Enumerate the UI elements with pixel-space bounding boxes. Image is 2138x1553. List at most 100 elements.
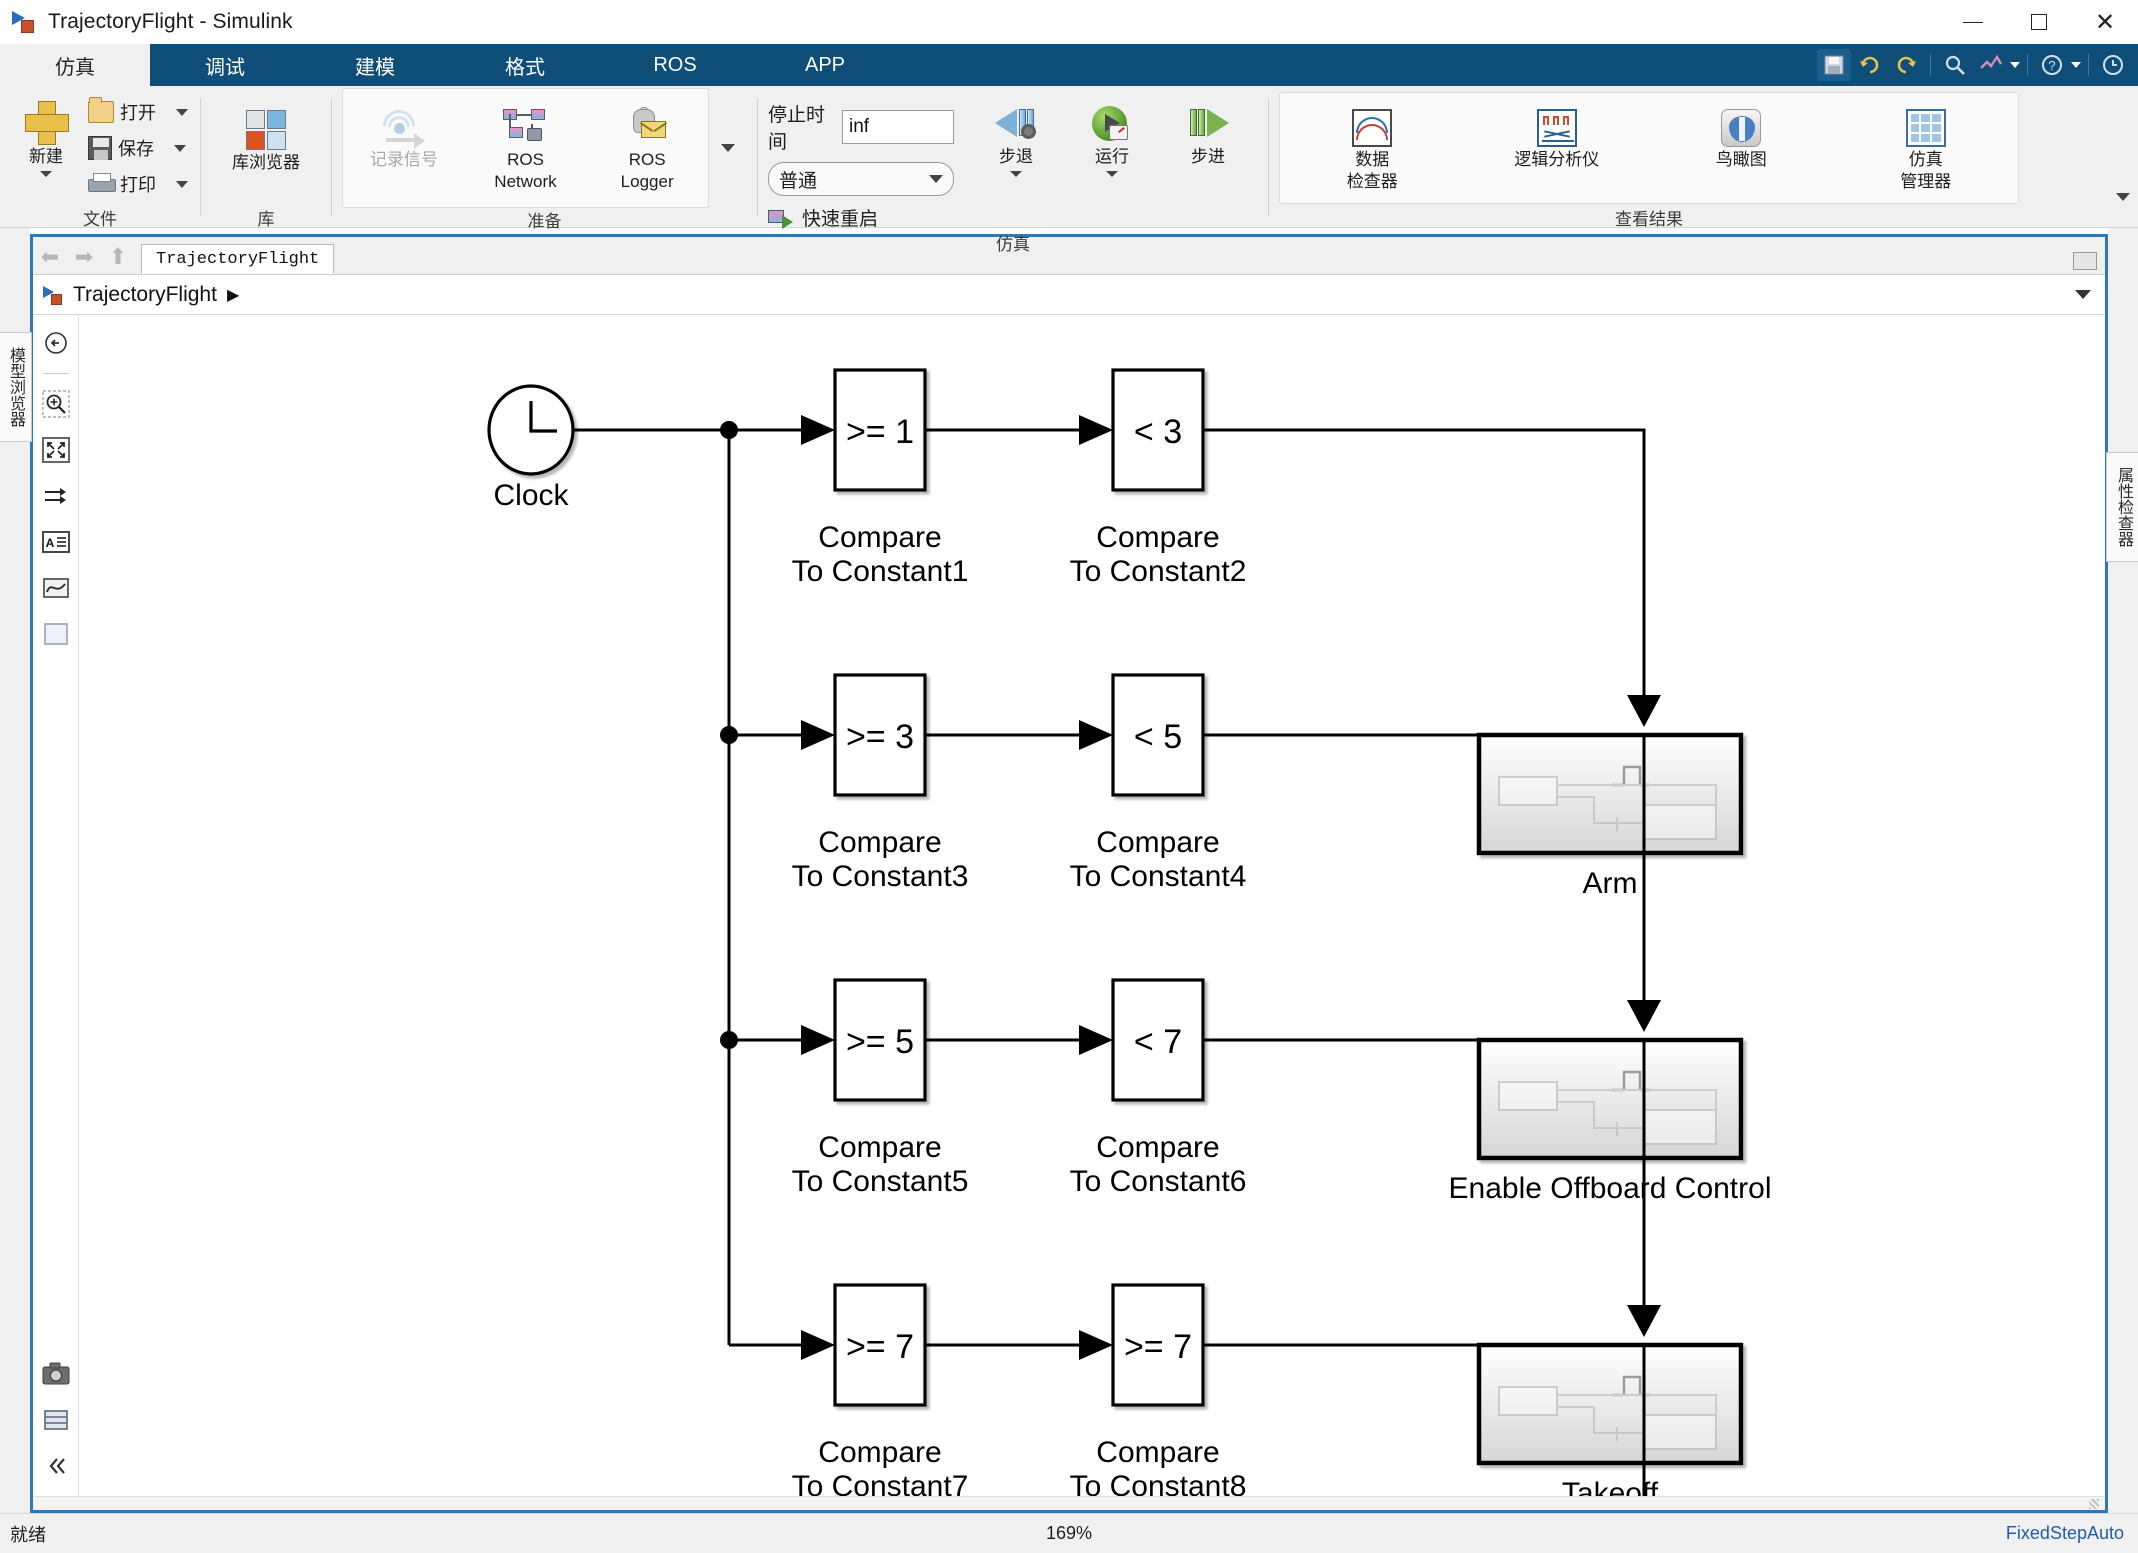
log-signals-label: 记录信号 bbox=[369, 150, 438, 169]
up-arrow-icon[interactable]: ⬆ bbox=[101, 240, 135, 274]
data-inspector-icon bbox=[1352, 109, 1393, 147]
ribbon-collapse-icon[interactable] bbox=[2116, 193, 2130, 201]
canvas-horizontal-scrollbar[interactable] bbox=[33, 1496, 2105, 1510]
run-dropdown-icon[interactable] bbox=[1106, 171, 1118, 178]
simulink-model-icon bbox=[43, 284, 65, 306]
signal-flow-icon[interactable] bbox=[40, 480, 72, 512]
step-back-button[interactable]: 步退 bbox=[968, 100, 1064, 178]
layout-icon[interactable] bbox=[2096, 49, 2130, 81]
port-arrow-in bbox=[801, 415, 835, 445]
arm-subsystem-label: Arm bbox=[1583, 867, 1638, 900]
enable-offboard-control-label: Enable Offboard Control bbox=[1449, 1172, 1772, 1205]
block-icon[interactable] bbox=[40, 618, 72, 650]
tab-format[interactable]: 格式 bbox=[450, 44, 600, 86]
library-browser-button[interactable]: 库浏览器 bbox=[218, 92, 314, 172]
simulation-mode-select[interactable]: 普通 bbox=[768, 162, 954, 196]
back-arrow-icon[interactable]: ⬅ bbox=[33, 240, 67, 274]
breadcrumb-model-name[interactable]: TrajectoryFlight bbox=[73, 283, 217, 307]
model-tab-trajectoryflight[interactable]: TrajectoryFlight bbox=[141, 244, 335, 274]
simulate-group-title: 仿真 bbox=[996, 234, 1030, 254]
pan-back-icon[interactable] bbox=[40, 327, 72, 359]
status-text: 就绪 bbox=[10, 1524, 46, 1545]
print-button[interactable]: 打印 bbox=[88, 166, 188, 202]
step-back-dropdown-icon[interactable] bbox=[1010, 171, 1022, 178]
scope-icon[interactable] bbox=[40, 572, 72, 604]
logic-analyzer-button[interactable]: 逻辑分析仪 bbox=[1509, 105, 1605, 169]
print-button-label: 打印 bbox=[120, 175, 156, 195]
stop-time-input[interactable] bbox=[842, 110, 954, 144]
save-dropdown-icon[interactable] bbox=[174, 144, 186, 152]
compare-to-constant8-label-2: To Constant8 bbox=[1070, 1470, 1247, 1496]
ros-logger-button[interactable]: ROS Logger bbox=[599, 103, 695, 191]
tab-app[interactable]: APP bbox=[750, 44, 900, 86]
fit-to-view-icon[interactable] bbox=[40, 434, 72, 466]
log-signals-button[interactable]: 记录信号 bbox=[356, 103, 452, 169]
simulation-manager-button[interactable]: 仿真 管理器 bbox=[1878, 105, 1974, 191]
redo-icon[interactable] bbox=[1889, 49, 1923, 81]
collapse-panel-icon[interactable] bbox=[40, 1450, 72, 1482]
editor-layout-icon[interactable] bbox=[2073, 252, 2097, 270]
save-button[interactable]: 保存 bbox=[88, 130, 188, 166]
model-canvas[interactable]: Clock >= 1 Compare To Constant1 < 3 Comp… bbox=[79, 315, 2105, 1496]
open-dropdown-icon[interactable] bbox=[176, 108, 188, 116]
run-button[interactable]: 运行 bbox=[1064, 100, 1160, 178]
solver-link[interactable]: FixedStepAuto bbox=[2006, 1523, 2124, 1544]
chevron-down-icon bbox=[929, 175, 943, 183]
clock-block[interactable]: Clock bbox=[487, 384, 575, 512]
zoom-level[interactable]: 169% bbox=[1046, 1523, 1092, 1544]
birds-eye-scope-button[interactable]: 鸟瞰图 bbox=[1693, 105, 1789, 169]
port-arrow-in bbox=[1079, 1330, 1113, 1360]
property-inspector-tab[interactable]: 属性检查器 bbox=[2106, 452, 2138, 562]
ros-network-button[interactable]: ROS Network bbox=[477, 103, 573, 191]
zoom-in-icon[interactable] bbox=[40, 388, 72, 420]
data-inspector-button[interactable]: 数据 检查器 bbox=[1324, 105, 1420, 191]
ros-network-label-2: Network bbox=[494, 172, 557, 192]
compare-to-constant3-value: >= 3 bbox=[846, 718, 914, 756]
file-group-title: 文件 bbox=[83, 209, 117, 229]
compare-to-constant2-value: < 3 bbox=[1134, 413, 1182, 451]
matlab-icon[interactable] bbox=[1974, 49, 2008, 81]
minimize-button[interactable] bbox=[1940, 0, 2006, 44]
compare-to-constant2-label-2: To Constant2 bbox=[1070, 555, 1247, 588]
annotation-icon[interactable]: A bbox=[40, 526, 72, 558]
open-button[interactable]: 打开 bbox=[88, 94, 188, 130]
tab-ros[interactable]: ROS bbox=[600, 44, 750, 86]
resize-grip-icon[interactable] bbox=[2089, 1499, 2099, 1509]
help-dropdown-icon[interactable] bbox=[2071, 62, 2081, 68]
tab-debug[interactable]: 调试 bbox=[150, 44, 300, 86]
stop-time-label: 停止时间 bbox=[768, 105, 826, 153]
canvas-wrap: A Clock >= 1 Compare To Constant1 < 3 Co… bbox=[33, 315, 2105, 1496]
data-inspector-label-1: 数据 bbox=[1355, 150, 1390, 169]
camera-snapshot-icon[interactable] bbox=[40, 1358, 72, 1390]
layers-icon[interactable] bbox=[40, 1404, 72, 1436]
breadcrumb-dropdown-icon[interactable] bbox=[2075, 290, 2091, 299]
help-icon[interactable]: ? bbox=[2035, 49, 2069, 81]
maximize-button[interactable] bbox=[2006, 0, 2072, 44]
tab-modeling[interactable]: 建模 bbox=[300, 44, 450, 86]
step-forward-button[interactable]: 步进 bbox=[1160, 100, 1256, 177]
svg-text:?: ? bbox=[2048, 58, 2055, 73]
prepare-overflow-icon[interactable] bbox=[721, 144, 735, 152]
compare-to-constant5-label-2: To Constant5 bbox=[792, 1165, 969, 1198]
save-icon[interactable] bbox=[1817, 49, 1851, 81]
compare-to-constant4-label-2: To Constant4 bbox=[1070, 860, 1247, 893]
search-icon[interactable] bbox=[1938, 49, 1972, 81]
print-dropdown-icon[interactable] bbox=[176, 180, 188, 188]
data-inspector-label-2: 检查器 bbox=[1346, 172, 1398, 192]
compare-to-constant1-label-2: To Constant1 bbox=[792, 555, 969, 588]
port-arrow-in bbox=[1079, 1025, 1113, 1055]
tab-simulation[interactable]: 仿真 bbox=[0, 44, 150, 86]
logic-analyzer-label: 逻辑分析仪 bbox=[1514, 150, 1600, 169]
close-button[interactable]: ✕ bbox=[2072, 0, 2138, 44]
new-button[interactable]: 新建 bbox=[10, 92, 82, 178]
forward-arrow-icon[interactable]: ➡ bbox=[67, 240, 101, 274]
new-dropdown-icon[interactable] bbox=[40, 171, 52, 178]
quick-access-toolbar: ? bbox=[1817, 47, 2130, 83]
undo-icon[interactable] bbox=[1853, 49, 1887, 81]
left-rail: 模型浏览器 bbox=[0, 228, 32, 1513]
clock-block-label: Clock bbox=[493, 479, 569, 512]
model-browser-tab[interactable]: 模型浏览器 bbox=[0, 332, 32, 442]
matlab-dropdown-icon[interactable] bbox=[2010, 62, 2020, 68]
ribbon: 新建 打开 保存 打印 文件 库浏览器 库 记录信号 ROS Network R… bbox=[0, 86, 2138, 254]
fast-restart-button[interactable]: 快速重启 bbox=[768, 204, 954, 231]
